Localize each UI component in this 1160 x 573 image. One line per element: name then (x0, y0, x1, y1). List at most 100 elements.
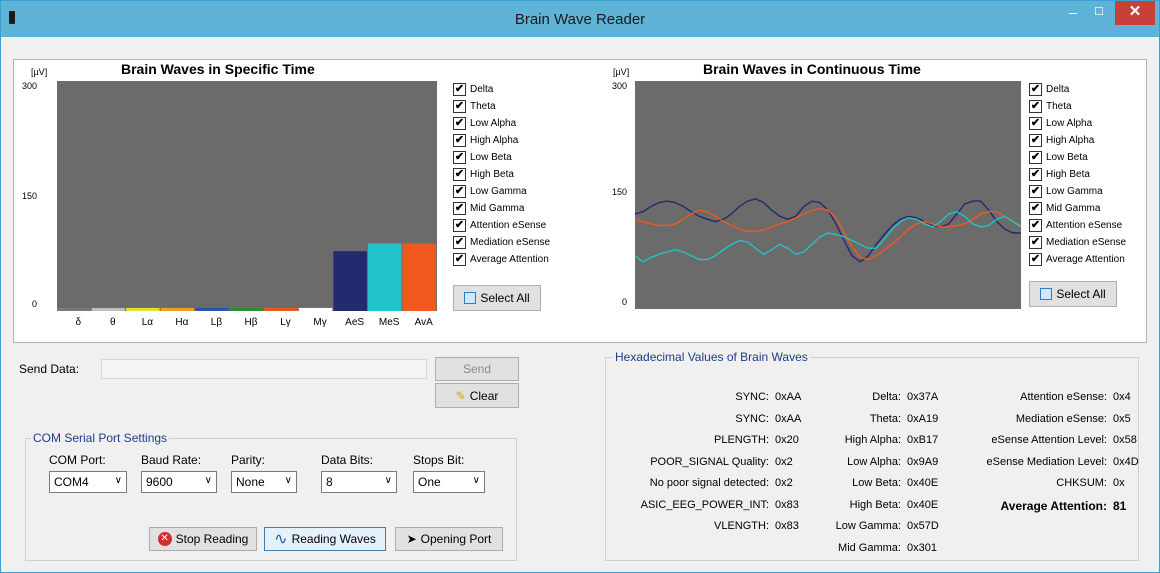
legend-item[interactable]: ✔ Theta (453, 98, 550, 115)
checkbox-checked-icon[interactable]: ✔ (1029, 236, 1042, 249)
opening-port-button[interactable]: ➤ Opening Port (395, 527, 503, 551)
legend-item[interactable]: ✔ Average Attention (453, 251, 550, 268)
hex-value: 0x40E (907, 498, 939, 511)
minimize-button[interactable]: – (1061, 1, 1085, 25)
legend-label: Delta (1046, 84, 1070, 95)
bar (160, 307, 195, 311)
close-button[interactable]: ✕ (1115, 1, 1155, 25)
checkbox-checked-icon[interactable]: ✔ (1029, 100, 1042, 113)
com-field-label: COM Port: (49, 453, 106, 467)
checkbox-checked-icon[interactable]: ✔ (453, 185, 466, 198)
checkbox-checked-icon[interactable]: ✔ (1029, 151, 1042, 164)
legend-item[interactable]: ✔ High Alpha (453, 132, 550, 149)
hex-key: SYNC: (735, 391, 769, 403)
title-bar[interactable]: Brain Wave Reader – ☐ ✕ (1, 1, 1159, 37)
stop-reading-button[interactable]: ✕ Stop Reading (149, 527, 257, 551)
hex-value: 0x9A9 (907, 455, 939, 468)
legend-item[interactable]: ✔ Delta (453, 81, 550, 98)
legend-item[interactable]: ✔ Theta (1029, 98, 1126, 115)
legend-item[interactable]: ✔ Average Attention (1029, 251, 1126, 268)
checkbox-checked-icon[interactable]: ✔ (1029, 202, 1042, 215)
legend-label: Mediation eSense (470, 237, 551, 248)
checkbox-checked-icon[interactable]: ✔ (1029, 185, 1042, 198)
select-all-right-button[interactable]: Select All (1029, 281, 1117, 307)
legend-item[interactable]: ✔ Mid Gamma (1029, 200, 1126, 217)
hex-key: High Beta: (849, 498, 901, 511)
com-field-select[interactable]: 9600 ∨ (141, 471, 217, 493)
bar (367, 243, 402, 311)
checkbox-checked-icon[interactable]: ✔ (453, 219, 466, 232)
hex-key: Low Alpha: (847, 455, 901, 468)
hex-key: Low Beta: (852, 477, 901, 489)
checkbox-checked-icon[interactable]: ✔ (453, 253, 466, 266)
checkbox-checked-icon[interactable]: ✔ (453, 134, 466, 147)
hex-value: 0x20 (775, 434, 799, 446)
hex-key: CHKSUM: (1056, 477, 1107, 489)
select-all-right-label: Select All (1056, 287, 1106, 301)
send-button[interactable]: Send (435, 357, 519, 381)
com-field-select[interactable]: 8 ∨ (321, 471, 397, 493)
legend-item[interactable]: ✔ Low Beta (1029, 149, 1126, 166)
checkbox-checked-icon[interactable]: ✔ (453, 168, 466, 181)
checkbox-checked-icon[interactable]: ✔ (453, 236, 466, 249)
hex-key: eSense Attention Level: (991, 434, 1107, 446)
legend-item[interactable]: ✔ Mid Gamma (453, 200, 550, 217)
legend-item[interactable]: ✔ High Beta (1029, 166, 1126, 183)
bar-x-label: AvA (414, 317, 433, 328)
select-all-left-button[interactable]: Select All (453, 285, 541, 311)
main-content: Brain Waves in Specific Time [µV] 300 15… (9, 39, 1151, 567)
bar (402, 243, 436, 311)
checkbox-checked-icon[interactable]: ✔ (1029, 168, 1042, 181)
send-data-input[interactable] (101, 359, 427, 379)
legend-item[interactable]: ✔ Low Beta (453, 149, 550, 166)
checkbox-checked-icon[interactable]: ✔ (453, 151, 466, 164)
hex-key: VLENGTH: (713, 520, 769, 532)
port-icon: ➤ (406, 532, 417, 546)
checkbox-checked-icon[interactable]: ✔ (1029, 134, 1042, 147)
line-chart-title: Brain Waves in Continuous Time (703, 61, 921, 77)
checkbox-checked-icon[interactable]: ✔ (453, 202, 466, 215)
legend-item[interactable]: ✔ Low Alpha (453, 115, 550, 132)
hex-value: 0x83 (775, 520, 799, 532)
maximize-button[interactable]: ☐ (1087, 1, 1111, 25)
legend-item[interactable]: ✔ Attention eSense (1029, 217, 1126, 234)
legend-item[interactable]: ✔ Low Gamma (453, 183, 550, 200)
bar-x-label: δ (75, 317, 82, 328)
legend-item[interactable]: ✔ High Beta (453, 166, 550, 183)
bar-x-label: AeS (345, 317, 365, 328)
legend-item[interactable]: ✔ Attention eSense (453, 217, 550, 234)
checkbox-checked-icon[interactable]: ✔ (1029, 219, 1042, 232)
legend-item[interactable]: ✔ Mediation eSense (1029, 234, 1126, 251)
checkbox-checked-icon[interactable]: ✔ (1029, 117, 1042, 130)
hex-key: Mediation eSense: (1015, 412, 1107, 425)
legend-item[interactable]: ✔ Low Gamma (1029, 183, 1126, 200)
hex-key: SYNC: (735, 412, 769, 425)
com-field-select[interactable]: None ∨ (231, 471, 297, 493)
legend-item[interactable]: ✔ Low Alpha (1029, 115, 1126, 132)
bar-ytick: 0 (31, 299, 37, 309)
legend-label: Delta (470, 84, 494, 95)
legend-item[interactable]: ✔ Delta (1029, 81, 1126, 98)
reading-waves-button[interactable]: ∿ Reading Waves (264, 527, 386, 551)
legend-label: Average Attention (470, 254, 549, 265)
legend-item[interactable]: ✔ High Alpha (1029, 132, 1126, 149)
checkbox-checked-icon[interactable]: ✔ (1029, 83, 1042, 96)
select-value: COM4 (54, 475, 89, 489)
hex-value: 0x58 (1113, 434, 1137, 446)
clear-button[interactable]: ✎ Clear (435, 383, 519, 408)
checkbox-checked-icon[interactable]: ✔ (453, 117, 466, 130)
select-value: 9600 (146, 475, 173, 489)
bar (57, 307, 91, 311)
app-window: Brain Wave Reader – ☐ ✕ Brain Waves in S… (0, 0, 1160, 573)
com-field-select[interactable]: One ∨ (413, 471, 485, 493)
chevron-down-icon: ∨ (114, 475, 122, 486)
legend-item[interactable]: ✔ Mediation eSense (453, 234, 550, 251)
checkbox-checked-icon[interactable]: ✔ (453, 83, 466, 96)
checkbox-checked-icon[interactable]: ✔ (453, 100, 466, 113)
bar-x-label: Lγ (280, 317, 291, 328)
legend-right: ✔ Delta ✔ Theta ✔ Low Alpha ✔ High Alpha ✔ Low Be… (1029, 81, 1126, 268)
checkbox-checked-icon[interactable]: ✔ (1029, 253, 1042, 266)
reading-waves-label: Reading Waves (291, 532, 376, 546)
com-field-select[interactable]: COM4 ∨ (49, 471, 127, 493)
bar-x-label: MeS (378, 317, 400, 328)
